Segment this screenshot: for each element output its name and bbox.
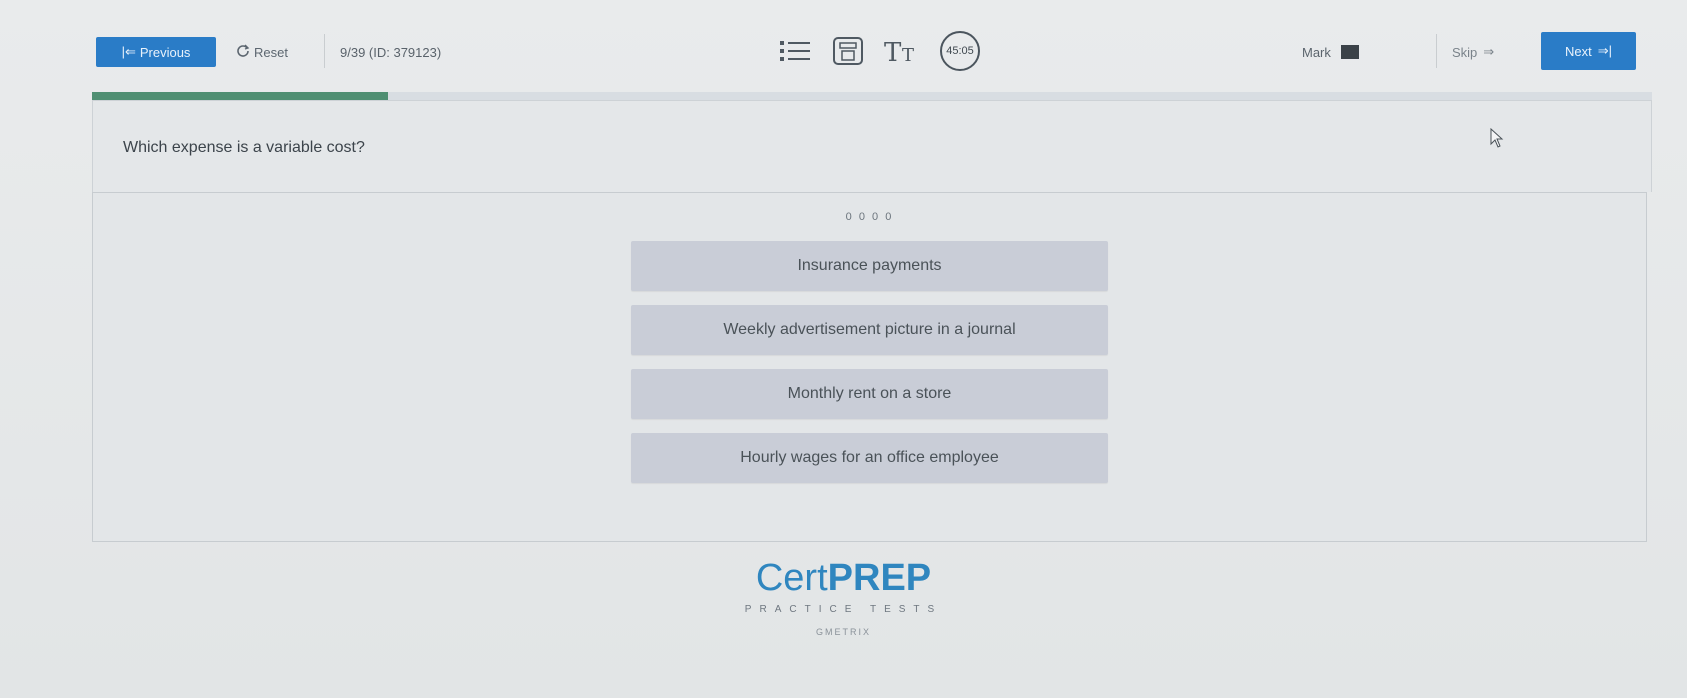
skip-button[interactable]: Skip ⇒ [1452,37,1494,67]
answer-choice-label: Monthly rent on a store [787,385,952,402]
timer-value: 45:05 [946,45,974,57]
svg-text:T: T [902,45,914,65]
brand-name-bold: PREP [827,557,932,599]
toolbar-divider [1436,34,1437,68]
previous-button[interactable]: |⇐ Previous [96,37,216,67]
text-size-icon[interactable]: T T [882,37,922,65]
exam-page: |⇐ Previous Reset 9/39 (ID: 379123) T T … [0,0,1687,698]
skip-label: Skip [1452,44,1478,60]
toolbar-divider [324,34,325,68]
mark-label: Mark [1302,44,1331,60]
previous-arrow-icon: |⇐ [121,44,136,59]
answer-choices: Insurance payments Weekly advertisement … [631,241,1108,497]
list-icon[interactable] [778,37,814,65]
timer-icon: 45:05 [940,31,980,71]
calculator-icon[interactable] [832,36,864,66]
answer-choice-label: Hourly wages for an office employee [740,449,999,466]
brand-sub: GMETRIX [815,627,871,637]
cursor-icon [1490,127,1504,153]
mark-checkbox[interactable] [1340,45,1359,59]
tool-icons: T T 45:05 [778,31,980,71]
answer-header: 0 0 0 0 [845,211,894,223]
mark-toggle[interactable]: Mark [1302,37,1359,67]
answer-choice[interactable]: Hourly wages for an office employee [631,433,1108,483]
brand-name-light: Cert [755,557,828,599]
answer-choice[interactable]: Monthly rent on a store [631,369,1108,419]
question-panel: Which expense is a variable cost? [92,100,1652,192]
reset-button[interactable]: Reset [236,37,288,67]
answer-panel: 0 0 0 0 Insurance payments Weekly advert… [92,192,1647,542]
next-button[interactable]: Next ⇒| [1541,32,1636,70]
brand-tagline: PRACTICE TESTS [744,604,943,615]
svg-text:T: T [884,38,902,65]
question-text: Which expense is a variable cost? [123,139,365,156]
reset-label: Reset [254,44,288,60]
reset-icon [236,44,250,61]
next-label: Next [1564,43,1592,59]
question-info: 9/39 (ID: 379123) [340,44,442,60]
exam-toolbar: |⇐ Previous Reset 9/39 (ID: 379123) T T … [96,28,1656,71]
answer-choice[interactable]: Insurance payments [631,241,1108,291]
answer-choice-label: Insurance payments [797,257,942,274]
answer-choice[interactable]: Weekly advertisement picture in a journa… [631,305,1108,355]
brand-name: CertPREP [0,556,1687,600]
skip-icon: ⇒ [1483,44,1495,59]
answer-choice-label: Weekly advertisement picture in a journa… [723,321,1016,338]
brand-logo: CertPREP PRACTICE TESTS GMETRIX [0,556,1687,637]
next-arrow-icon: ⇒| [1597,43,1612,58]
previous-label: Previous [139,44,191,60]
